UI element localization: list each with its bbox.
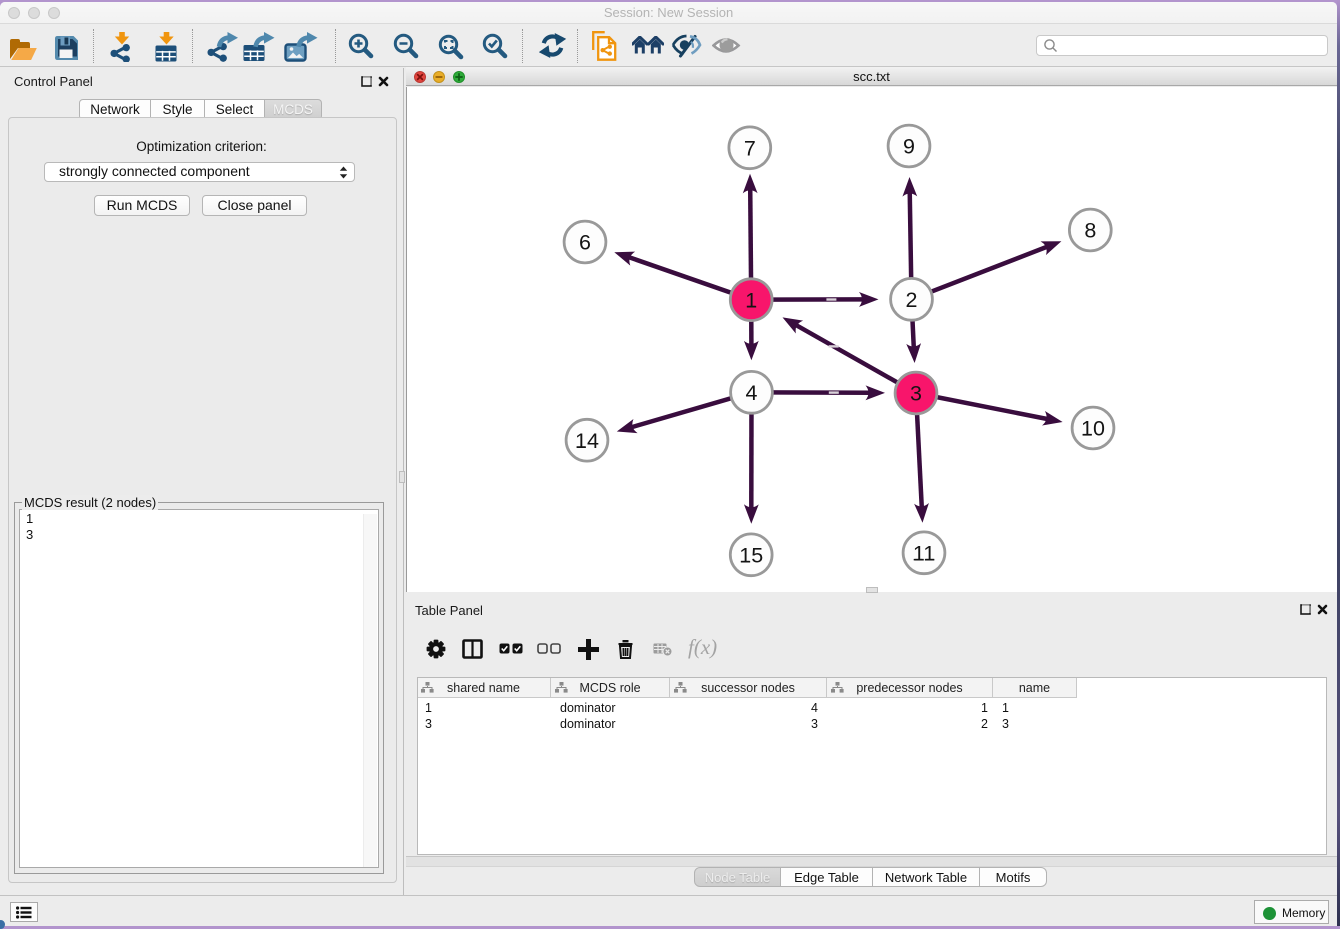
svg-text:4: 4 xyxy=(746,381,758,405)
svg-text:1: 1 xyxy=(745,288,757,312)
svg-text:14: 14 xyxy=(575,429,599,453)
svg-text:7: 7 xyxy=(744,136,756,160)
svg-text:9: 9 xyxy=(903,135,915,159)
svg-text:15: 15 xyxy=(739,543,763,567)
svg-text:2: 2 xyxy=(906,288,918,312)
svg-text:3: 3 xyxy=(910,382,922,406)
svg-text:8: 8 xyxy=(1084,219,1096,243)
svg-text:10: 10 xyxy=(1081,417,1105,441)
svg-text:11: 11 xyxy=(913,541,935,565)
svg-text:6: 6 xyxy=(579,231,591,255)
